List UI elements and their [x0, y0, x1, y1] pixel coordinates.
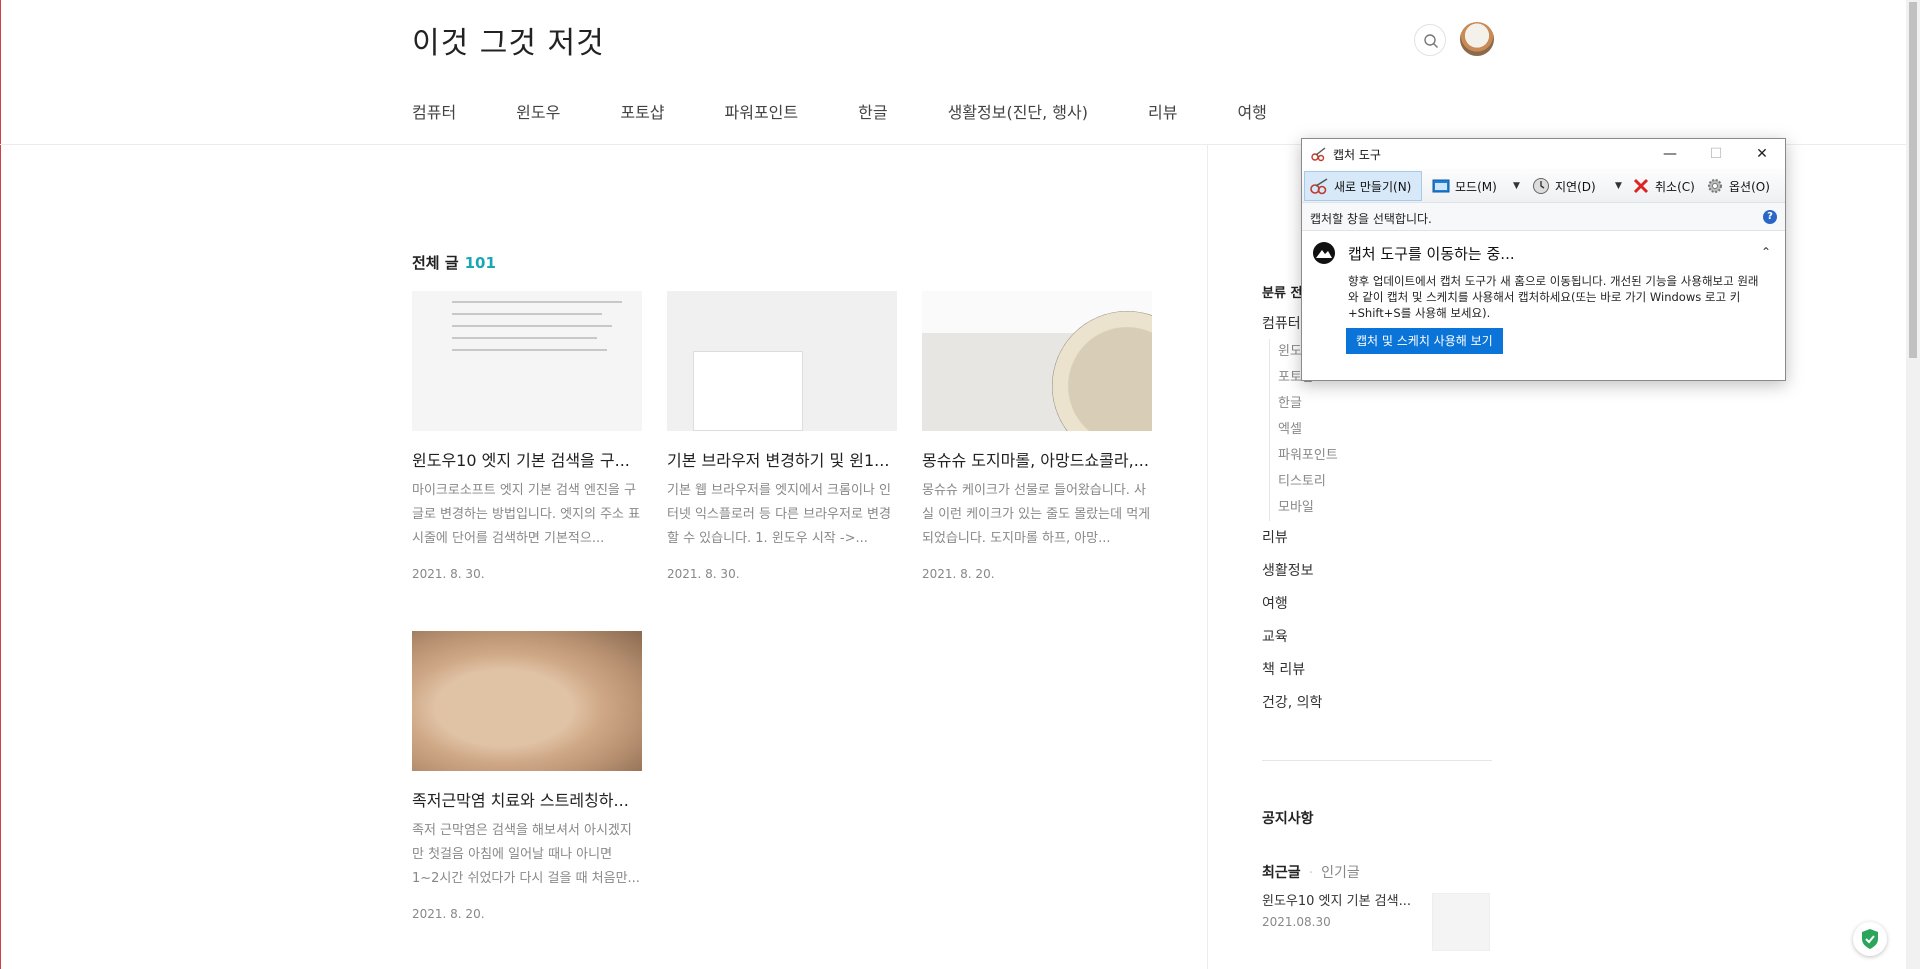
- notice-title[interactable]: 공지사항: [1262, 808, 1314, 828]
- scissors-icon: [1311, 147, 1326, 162]
- post-title[interactable]: 몽슈슈 도지마롤, 아망드쇼콜라,...: [922, 447, 1152, 471]
- window-mode-icon: [1432, 179, 1450, 193]
- scrollbar-thumb[interactable]: [1909, 2, 1917, 358]
- chevron-up-icon[interactable]: ⌃: [1761, 245, 1771, 259]
- shield-check-icon: [1862, 929, 1878, 949]
- nav-item[interactable]: 컴퓨터: [412, 99, 456, 123]
- post-date: 2021. 8. 30.: [667, 567, 740, 581]
- nav-item[interactable]: 한글: [858, 99, 887, 123]
- mode-label: 모드(M): [1455, 179, 1497, 194]
- content-divider: [1207, 145, 1208, 969]
- snipping-tool-window[interactable]: 캡처 도구 — ☐ ✕ 새로 만들기(N) 모드(M) ▼ 지연(D) ▼ 취소…: [1301, 138, 1786, 381]
- main-nav: 컴퓨터 윈도우 포토샵 파워포인트 한글 생활정보(진단, 행사) 리뷰 여행: [412, 99, 1327, 123]
- nav-item[interactable]: 생활정보(진단, 행사): [948, 99, 1088, 123]
- list-heading-label: 전체 글: [412, 254, 459, 272]
- post-title[interactable]: 윈도우10 엣지 기본 검색을 구...: [412, 447, 642, 471]
- cancel-label: 취소(C): [1655, 179, 1695, 194]
- snip-sketch-icon: [1313, 242, 1335, 264]
- delay-label: 지연(D): [1555, 179, 1596, 194]
- post-thumbnail[interactable]: [412, 631, 642, 771]
- snipping-tool-titlebar[interactable]: 캡처 도구 — ☐ ✕: [1302, 139, 1785, 169]
- post-card[interactable]: 윈도우10 엣지 기본 검색을 구... 마이크로소프트 엣지 기본 검색 엔진…: [412, 291, 642, 581]
- post-thumbnail[interactable]: [412, 291, 642, 431]
- post-title[interactable]: 기본 브라우저 변경하기 및 윈1...: [667, 447, 897, 471]
- notice-body: 향후 업데이트에서 캡처 도구가 새 홈으로 이동됩니다. 개선된 기능을 사용…: [1348, 274, 1759, 320]
- subcategory-item[interactable]: 엑셀: [1278, 417, 1338, 443]
- delay-dropdown-caret[interactable]: ▼: [1615, 181, 1622, 191]
- minimize-button[interactable]: —: [1647, 139, 1693, 169]
- maximize-button[interactable]: ☐: [1693, 139, 1739, 169]
- category-item[interactable]: 교육: [1262, 624, 1338, 650]
- window-edge: [0, 0, 1, 969]
- notice-heading: 캡처 도구를 이동하는 중...: [1348, 245, 1515, 263]
- try-snip-sketch-button[interactable]: 캡처 및 스케치 사용해 보기: [1346, 328, 1503, 354]
- category-item[interactable]: 책 리뷰: [1262, 657, 1338, 683]
- page-scrollbar[interactable]: [1906, 0, 1920, 969]
- close-button[interactable]: ✕: [1739, 139, 1785, 169]
- avatar[interactable]: [1460, 22, 1494, 56]
- search-button[interactable]: [1414, 24, 1446, 56]
- post-card[interactable]: 기본 브라우저 변경하기 및 윈1... 기본 웹 브라우저를 엣지에서 크롬이…: [667, 291, 897, 581]
- mode-button[interactable]: 모드(M): [1428, 171, 1497, 201]
- recent-post-title[interactable]: 윈도우10 엣지 기본 검색...: [1262, 890, 1412, 909]
- site-header: 이것 그것 저것 컴퓨터 윈도우 포토샵 파워포인트 한글 생활정보(진단, 행…: [0, 0, 1906, 145]
- clock-icon: [1533, 178, 1549, 194]
- post-date: 2021. 8. 20.: [412, 907, 485, 921]
- mode-dropdown-caret[interactable]: ▼: [1513, 181, 1520, 191]
- category-item[interactable]: 여행: [1262, 591, 1338, 617]
- category-title[interactable]: 분류 전: [1262, 282, 1302, 301]
- post-date: 2021. 8. 20.: [922, 567, 995, 581]
- subcategory-item[interactable]: 티스토리: [1278, 469, 1338, 495]
- post-card[interactable]: 몽슈슈 도지마롤, 아망드쇼콜라,... 몽슈슈 케이크가 선물로 들어왔습니다…: [922, 291, 1152, 581]
- status-bar: 캡처할 창을 선택합니다. ?: [1302, 203, 1785, 231]
- help-icon[interactable]: ?: [1763, 210, 1777, 224]
- list-heading: 전체 글 101: [412, 252, 496, 273]
- subcategory-item[interactable]: 모바일: [1278, 495, 1338, 521]
- sidebar-divider: [1262, 760, 1492, 761]
- security-badge[interactable]: [1853, 922, 1887, 956]
- recent-post-thumbnail[interactable]: [1432, 893, 1490, 951]
- post-excerpt: 기본 웹 브라우저를 엣지에서 크롬이나 인터넷 익스플로러 등 다른 브라우저…: [667, 483, 891, 546]
- subcategory-item[interactable]: 파워포인트: [1278, 443, 1338, 469]
- category-item[interactable]: 생활정보: [1262, 558, 1338, 584]
- subcategory-item[interactable]: 한글: [1278, 391, 1338, 417]
- snipping-toolbar: 새로 만들기(N) 모드(M) ▼ 지연(D) ▼ 취소(C) 옵션(O): [1302, 169, 1785, 203]
- tab-popular[interactable]: 인기글: [1321, 865, 1360, 881]
- post-card[interactable]: 족저근막염 치료와 스트레칭하... 족저 근막염은 검색을 해보셔서 아시겠지…: [412, 631, 642, 921]
- post-thumbnail[interactable]: [667, 291, 897, 431]
- tab-recent[interactable]: 최근글: [1262, 865, 1301, 881]
- delay-button[interactable]: 지연(D): [1528, 171, 1596, 201]
- new-snip-label: 새로 만들기(N): [1334, 179, 1412, 194]
- nav-item[interactable]: 리뷰: [1148, 99, 1177, 123]
- red-x-icon: [1633, 178, 1649, 194]
- recent-popular-tabs: 최근글 · 인기글: [1262, 865, 1360, 881]
- search-icon: [1424, 34, 1438, 48]
- nav-item[interactable]: 윈도우: [516, 99, 560, 123]
- cancel-button[interactable]: 취소(C): [1628, 171, 1695, 201]
- category-item[interactable]: 건강, 의학: [1262, 690, 1338, 716]
- options-label: 옵션(O): [1729, 179, 1770, 194]
- new-snip-button[interactable]: 새로 만들기(N): [1304, 171, 1422, 201]
- site-title[interactable]: 이것 그것 저것: [412, 18, 605, 62]
- category-item[interactable]: 리뷰: [1262, 525, 1338, 551]
- nav-item[interactable]: 파워포인트: [725, 99, 799, 123]
- gear-icon: [1708, 179, 1722, 193]
- nav-item[interactable]: 포토샵: [620, 99, 664, 123]
- nav-item[interactable]: 여행: [1237, 99, 1266, 123]
- window-title: 캡처 도구: [1333, 148, 1381, 162]
- post-excerpt: 마이크로소프트 엣지 기본 검색 엔진을 구글로 변경하는 방법입니다. 엣지의…: [412, 483, 641, 546]
- post-date: 2021. 8. 30.: [412, 567, 485, 581]
- post-count: 101: [464, 254, 496, 272]
- post-title[interactable]: 족저근막염 치료와 스트레칭하...: [412, 787, 642, 811]
- migration-notice: 캡처 도구를 이동하는 중... ⌃ 향후 업데이트에서 캡처 도구가 새 홈으…: [1302, 231, 1785, 380]
- scissors-icon: [1310, 178, 1328, 195]
- post-thumbnail[interactable]: [922, 291, 1152, 431]
- post-excerpt: 몽슈슈 케이크가 선물로 들어왔습니다. 사실 이런 케이크가 있는 줄도 몰랐…: [922, 483, 1151, 546]
- options-button[interactable]: 옵션(O): [1702, 171, 1770, 201]
- post-excerpt: 족저 근막염은 검색을 해보셔서 아시겠지만 첫걸음 아침에 일어날 때나 아니…: [412, 823, 640, 886]
- status-text: 캡처할 창을 선택합니다.: [1310, 212, 1432, 226]
